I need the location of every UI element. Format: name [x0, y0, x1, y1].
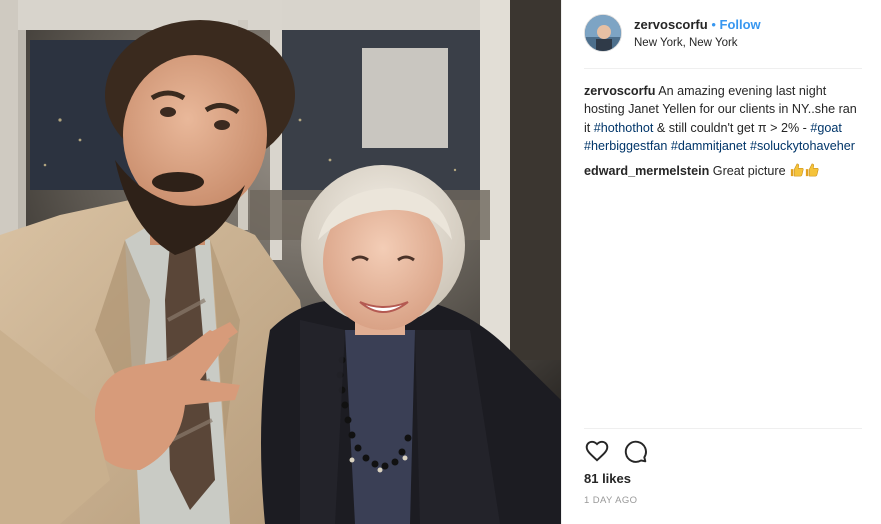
avatar[interactable]	[584, 14, 622, 52]
header-divider	[584, 68, 862, 69]
comment-text: Great picture	[712, 163, 786, 178]
post-header: zervoscorfu • Follow New York, New York	[584, 14, 864, 54]
caption-username[interactable]: zervoscorfu	[584, 84, 655, 98]
hashtag-dammitjanet[interactable]: #dammitjanet	[671, 139, 747, 153]
speech-bubble-icon	[624, 440, 647, 463]
location-link[interactable]: New York, New York	[634, 37, 738, 49]
hashtag-hothothot[interactable]: #hothothot	[594, 121, 654, 135]
like-button[interactable]	[584, 438, 610, 464]
comment-button[interactable]	[622, 438, 648, 464]
hashtag-soluckytohaveher[interactable]: #soluckytohaveher	[750, 139, 855, 153]
heart-outline-icon	[585, 440, 609, 462]
header-username[interactable]: zervoscorfu	[634, 17, 708, 32]
hashtag-herbiggestfan[interactable]: #herbiggestfan	[584, 139, 667, 153]
follow-button[interactable]: Follow	[720, 17, 761, 32]
comment-username[interactable]: edward_mermelstein	[584, 164, 709, 178]
comment-item: edward_mermelstein Great picture	[584, 162, 866, 180]
follow-separator: •	[711, 17, 716, 32]
thumbs-up-icon	[805, 163, 819, 177]
avatar-image	[585, 15, 621, 51]
likes-count[interactable]: 81 likes	[584, 471, 631, 486]
hashtag-goat[interactable]: #goat	[810, 121, 842, 135]
thumbs-up-icon	[790, 163, 804, 177]
post-timestamp: 1 DAY AGO	[584, 495, 638, 506]
comments-list: zervoscorfu An amazing evening last nigh…	[584, 82, 866, 186]
actions-divider	[584, 428, 862, 429]
post-actions	[584, 438, 704, 464]
post-photo[interactable]	[0, 0, 561, 524]
post-caption: zervoscorfu An amazing evening last nigh…	[584, 82, 866, 156]
caption-text-2: & still couldn't get π > 2% -	[653, 120, 811, 135]
post-details-panel: zervoscorfu • Follow New York, New York …	[561, 0, 881, 524]
header-username-row: zervoscorfu • Follow	[634, 17, 761, 32]
photo-illustration	[0, 0, 561, 524]
